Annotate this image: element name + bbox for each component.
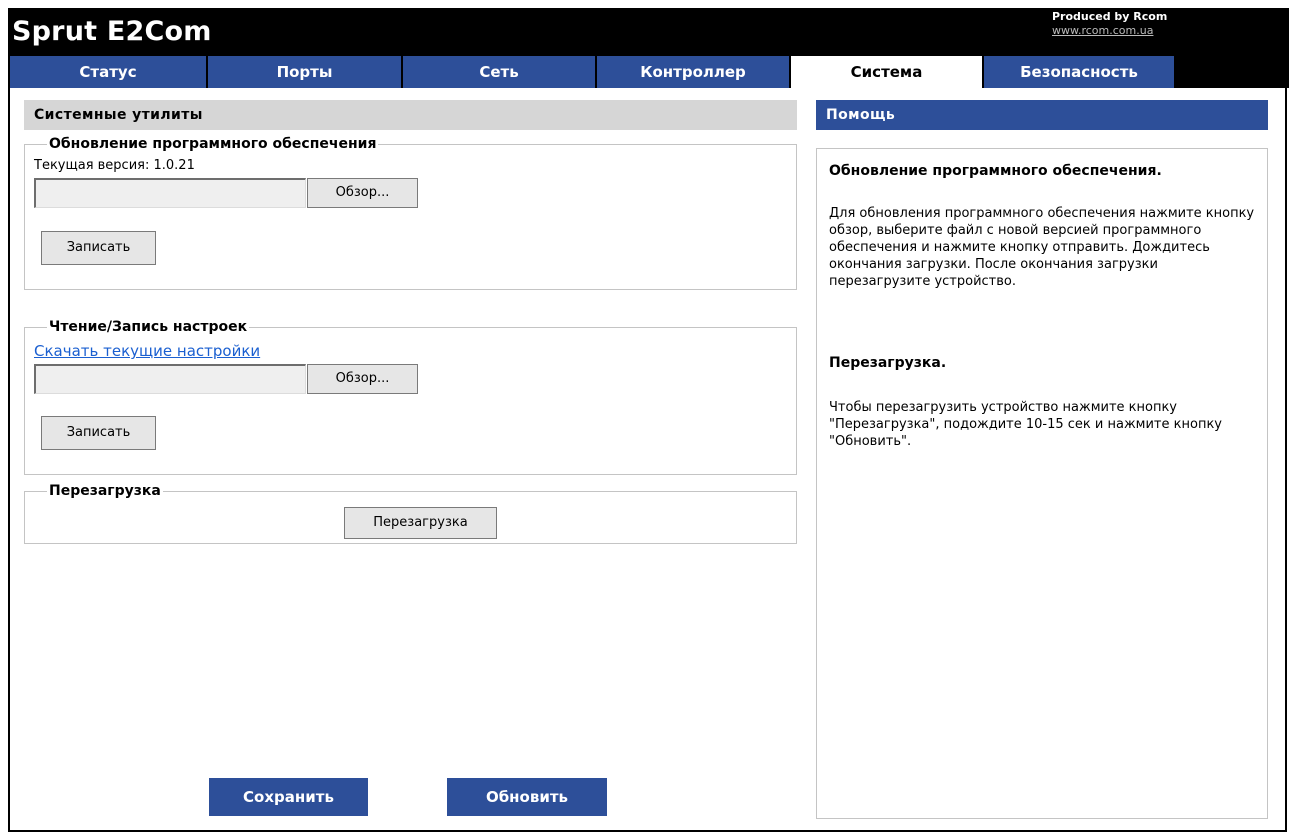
refresh-button[interactable]: Обновить [447, 778, 607, 816]
settings-legend: Чтение/Запись настроек [47, 319, 250, 335]
settings-browse-button[interactable]: Обзор... [307, 364, 418, 394]
firmware-write-button[interactable]: Записать [41, 231, 156, 265]
settings-write-button[interactable]: Записать [41, 416, 156, 450]
help-title: Помощь [816, 100, 1268, 130]
settings-file-input[interactable] [34, 364, 306, 394]
help-firmware-text: Для обновления программного обеспечения … [829, 206, 1255, 289]
tab-ports[interactable]: Порты [208, 56, 403, 88]
tab-network[interactable]: Сеть [403, 56, 597, 88]
tab-status[interactable]: Статус [10, 56, 208, 88]
reboot-button[interactable]: Перезагрузка [344, 507, 497, 539]
firmware-browse-button[interactable]: Обзор... [307, 178, 418, 208]
website-link[interactable]: www.rcom.com.ua [1052, 24, 1167, 38]
help-firmware-heading: Обновление программного обеспечения. [829, 163, 1162, 179]
system-utilities-title: Системные утилиты [24, 100, 797, 130]
producer-info: Produced by Rcom www.rcom.com.ua [1052, 10, 1167, 38]
tab-security[interactable]: Безопасность [984, 56, 1176, 88]
help-content: Обновление программного обеспечения. Для… [816, 148, 1268, 819]
current-version-text: Текущая версия: 1.0.21 [34, 158, 195, 173]
brand-title: Sprut E2Com [12, 16, 212, 47]
reboot-group: Перезагрузка Перезагрузка [24, 483, 797, 544]
save-button[interactable]: Сохранить [209, 778, 368, 816]
help-reboot-text: Чтобы перезагрузить устройство нажмите к… [829, 400, 1222, 449]
main-tabs: Статус Порты Сеть Контроллер Система Без… [8, 56, 1289, 88]
reboot-legend: Перезагрузка [47, 483, 163, 499]
firmware-update-group: Обновление программного обеспечения Теку… [24, 136, 797, 290]
tab-controller[interactable]: Контроллер [597, 56, 791, 88]
download-settings-link[interactable]: Скачать текущие настройки [34, 342, 260, 360]
help-reboot-heading: Перезагрузка. [829, 355, 947, 371]
firmware-file-input[interactable] [34, 178, 306, 208]
tab-system[interactable]: Система [791, 56, 984, 88]
firmware-legend: Обновление программного обеспечения [47, 136, 379, 152]
produced-by-text: Produced by Rcom [1052, 10, 1168, 23]
settings-rw-group: Чтение/Запись настроек Скачать текущие н… [24, 319, 797, 475]
